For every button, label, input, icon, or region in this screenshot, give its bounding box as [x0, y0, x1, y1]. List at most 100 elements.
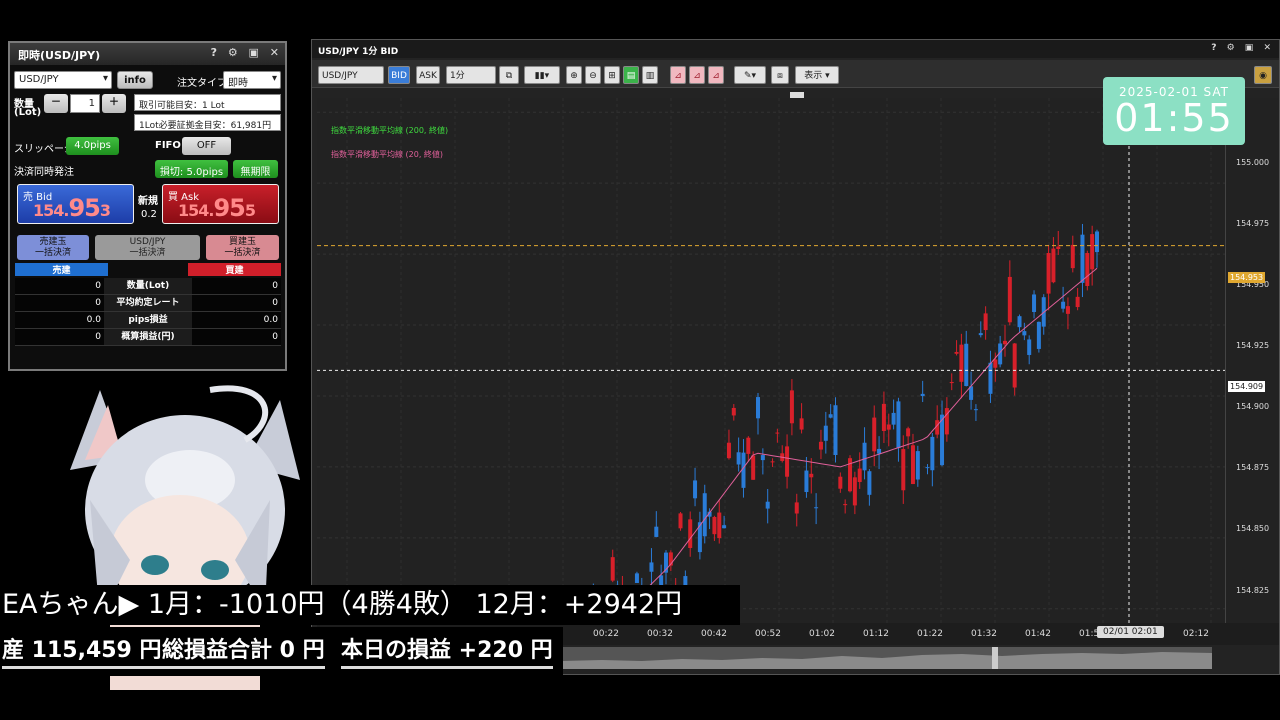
candle-body [756, 397, 761, 419]
row-label: 平均約定レート [104, 295, 192, 311]
help-icon[interactable]: ? [211, 46, 217, 59]
slippage-label: スリッページ [14, 144, 74, 155]
pen-icon[interactable]: ✎▾ [734, 66, 766, 84]
candle-body [828, 414, 833, 418]
link-icon[interactable]: ⧉ [499, 66, 519, 84]
candle-body [964, 343, 969, 387]
candle-body [906, 428, 911, 437]
bulk-sell-close-button[interactable]: 売建玉 一括決済 [17, 235, 89, 260]
qty-plus-button[interactable]: ＋ [102, 94, 126, 113]
candle-body [1080, 234, 1085, 283]
screenshot-icon[interactable]: ⧈ [771, 66, 789, 84]
close-icon[interactable]: ✕ [270, 46, 279, 59]
candle-body [910, 445, 915, 485]
bulk-pair-line1: USD/JPY [129, 237, 166, 247]
candle-body [746, 437, 751, 454]
candle-body [809, 473, 814, 478]
bid-button[interactable]: 売 Bid 154.953 [17, 184, 134, 224]
bulk-pair-line2: 一括決済 [129, 248, 166, 258]
window-icon[interactable]: ▣ [249, 46, 259, 59]
gear-icon[interactable]: ⚙ [228, 46, 238, 59]
ask-toggle[interactable]: ASK [416, 66, 440, 84]
y-tick: 154.975 [1236, 219, 1270, 228]
chart-navigator[interactable] [562, 647, 1212, 669]
gear-icon[interactable]: ⚙ [1227, 43, 1235, 53]
candle-body [765, 501, 770, 509]
navigator-handle[interactable] [992, 647, 998, 669]
candle-body [925, 467, 930, 469]
zoom-in-icon[interactable]: ⊕ [566, 66, 582, 84]
order-line-icon[interactable]: ⊿ [670, 66, 686, 84]
display-menu[interactable]: 表示 ▾ [795, 66, 839, 84]
order-type-select[interactable]: 即時 [223, 71, 281, 89]
bid-toggle[interactable]: BID [388, 66, 410, 84]
clock-widget: 2025-02-01 SAT 01:55 [1103, 77, 1245, 145]
candle-body [726, 442, 731, 459]
ask-button[interactable]: 買 Ask 154.955 [162, 184, 279, 224]
legend-ema200: 指数平滑移動平均線 (200, 終値) [331, 126, 449, 135]
bulk-sell-line2: 一括決済 [34, 248, 71, 258]
zoom-out-icon[interactable]: ⊖ [585, 66, 601, 84]
timeframe-select[interactable]: 1分 [446, 66, 496, 84]
order-panel-title: 即時(USD/JPY) [18, 49, 101, 62]
x-tick: 00:42 [701, 629, 727, 639]
chart-type-icon[interactable]: ▮▮▾ [524, 66, 560, 84]
window-icon[interactable]: ▣ [1245, 43, 1254, 53]
candle-body [838, 476, 843, 489]
candle-body [736, 452, 741, 465]
candle-body [731, 407, 736, 416]
qty-minus-button[interactable]: － [44, 94, 68, 113]
order-type-label: 注文タイプ [177, 78, 227, 89]
table-row: 0 数量(Lot) 0 [15, 278, 281, 295]
qty-input[interactable]: 1 [70, 94, 100, 113]
candle-body [949, 382, 954, 384]
candle-body [785, 446, 790, 477]
panel-icon[interactable]: ▥ [642, 66, 658, 84]
x-tick: 00:32 [647, 629, 673, 639]
sell-value: 0 [15, 329, 104, 345]
candle-body [804, 470, 809, 493]
fifo-toggle[interactable]: OFF [182, 137, 231, 155]
candle-body [959, 344, 964, 382]
table-row: 0.0 pips損益 0.0 [15, 312, 281, 329]
chart-plot-area[interactable] [317, 98, 1225, 720]
stop-loss-button[interactable]: 損切: 5.0pips [155, 160, 228, 178]
order-panel-title-bar: 即時(USD/JPY) ? ⚙ ▣ ✕ [10, 43, 285, 65]
candle-body [852, 477, 857, 506]
candle-body [973, 409, 978, 411]
slippage-button[interactable]: 4.0pips [66, 137, 119, 155]
candle-body [843, 504, 848, 506]
pair-select[interactable]: USD/JPY [14, 71, 112, 89]
bulk-buy-close-button[interactable]: 買建玉 一括決済 [206, 235, 279, 260]
bid-main: 154. [33, 201, 69, 220]
grid-icon[interactable]: ▤ [623, 66, 639, 84]
info-button[interactable]: info [117, 71, 153, 89]
settings-icon[interactable]: ◉ [1254, 66, 1272, 84]
close-icon[interactable]: ✕ [1263, 43, 1271, 53]
x-tick: 01:12 [863, 629, 889, 639]
candle-body [833, 405, 838, 456]
chart-pair-select[interactable]: USD/JPY [318, 66, 384, 84]
bulk-pair-close-button[interactable]: USD/JPY 一括決済 [95, 235, 200, 260]
ema20-line [326, 267, 1098, 681]
expiry-button[interactable]: 無期限 [233, 160, 278, 178]
order-line-3-icon[interactable]: ⊿ [708, 66, 724, 84]
candle-body [702, 493, 707, 537]
clock-time: 01:55 [1114, 96, 1234, 140]
table-row: 0 概算損益(円) 0 [15, 329, 281, 346]
assets-stat: 産 115,459 円 [2, 632, 162, 669]
x-tick: 01:22 [917, 629, 943, 639]
candle-body [688, 519, 693, 548]
bulk-buy-line2: 一括決済 [224, 248, 261, 258]
x-tick: 00:22 [593, 629, 619, 639]
help-icon[interactable]: ? [1211, 43, 1216, 53]
margin-info: 1Lot必要証拠金目安：61,981円 [134, 114, 281, 131]
candle-body [915, 451, 920, 480]
ask-main: 154. [178, 201, 214, 220]
candle-body [1070, 244, 1075, 269]
candle-body [993, 359, 998, 368]
candlestick-chart [317, 98, 1225, 720]
order-line-2-icon[interactable]: ⊿ [689, 66, 705, 84]
fit-icon[interactable]: ⊞ [604, 66, 620, 84]
table-row: 0 平均約定レート 0 [15, 295, 281, 312]
